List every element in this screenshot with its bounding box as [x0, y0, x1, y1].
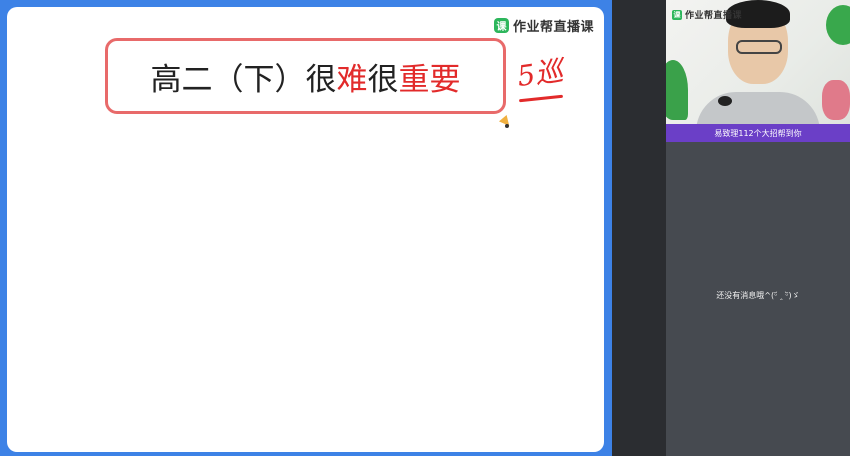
- handwritten-underline: [518, 94, 564, 103]
- background-plant: [826, 5, 850, 45]
- handwritten-annotation: 5巡: [515, 53, 566, 94]
- brand-logo-text: 作业帮直播课: [512, 20, 594, 35]
- title-part-1: 高二（下）很: [150, 61, 337, 98]
- teacher-video[interactable]: 课 作业帮直播课: [666, 0, 850, 124]
- brand-logo: 课 作业帮直播课: [493, 16, 594, 35]
- glasses-icon: [736, 40, 782, 54]
- whiteboard[interactable]: 课 作业帮直播课 高二（下）很难很重要 5巡: [7, 7, 604, 452]
- background-plant: [666, 60, 688, 120]
- video-brand-logo-text: 作业帮直播课: [685, 11, 743, 21]
- chat-empty-message: 还没有消息哦^(ᵕ᷄ ‸ ᵕ᷅)ゞ: [716, 291, 800, 300]
- title-part-3: 很: [367, 61, 399, 98]
- background-decoration: [822, 80, 850, 120]
- headset-icon: [718, 96, 732, 106]
- whiteboard-frame: 课 作业帮直播课 高二（下）很难很重要 5巡: [0, 0, 612, 456]
- brand-logo-icon: 课: [493, 18, 509, 33]
- right-panel: 课 作业帮直播课 易致理112个大招帮到你 还没有消息哦^(ᵕ᷄ ‸ ᵕ᷅)ゞ: [666, 0, 850, 456]
- title-part-4: 重要: [398, 61, 461, 98]
- teacher-banner: 易致理112个大招帮到你: [666, 124, 850, 142]
- title-part-2: 难: [336, 61, 368, 98]
- pen-cursor-dot: [505, 124, 509, 128]
- lesson-title-box: 高二（下）很难很重要: [105, 38, 506, 114]
- teacher-body: [696, 92, 820, 124]
- layout-divider: [612, 0, 666, 456]
- brand-logo-icon: 课: [672, 9, 682, 20]
- video-brand-logo: 课 作业帮直播课: [672, 8, 742, 21]
